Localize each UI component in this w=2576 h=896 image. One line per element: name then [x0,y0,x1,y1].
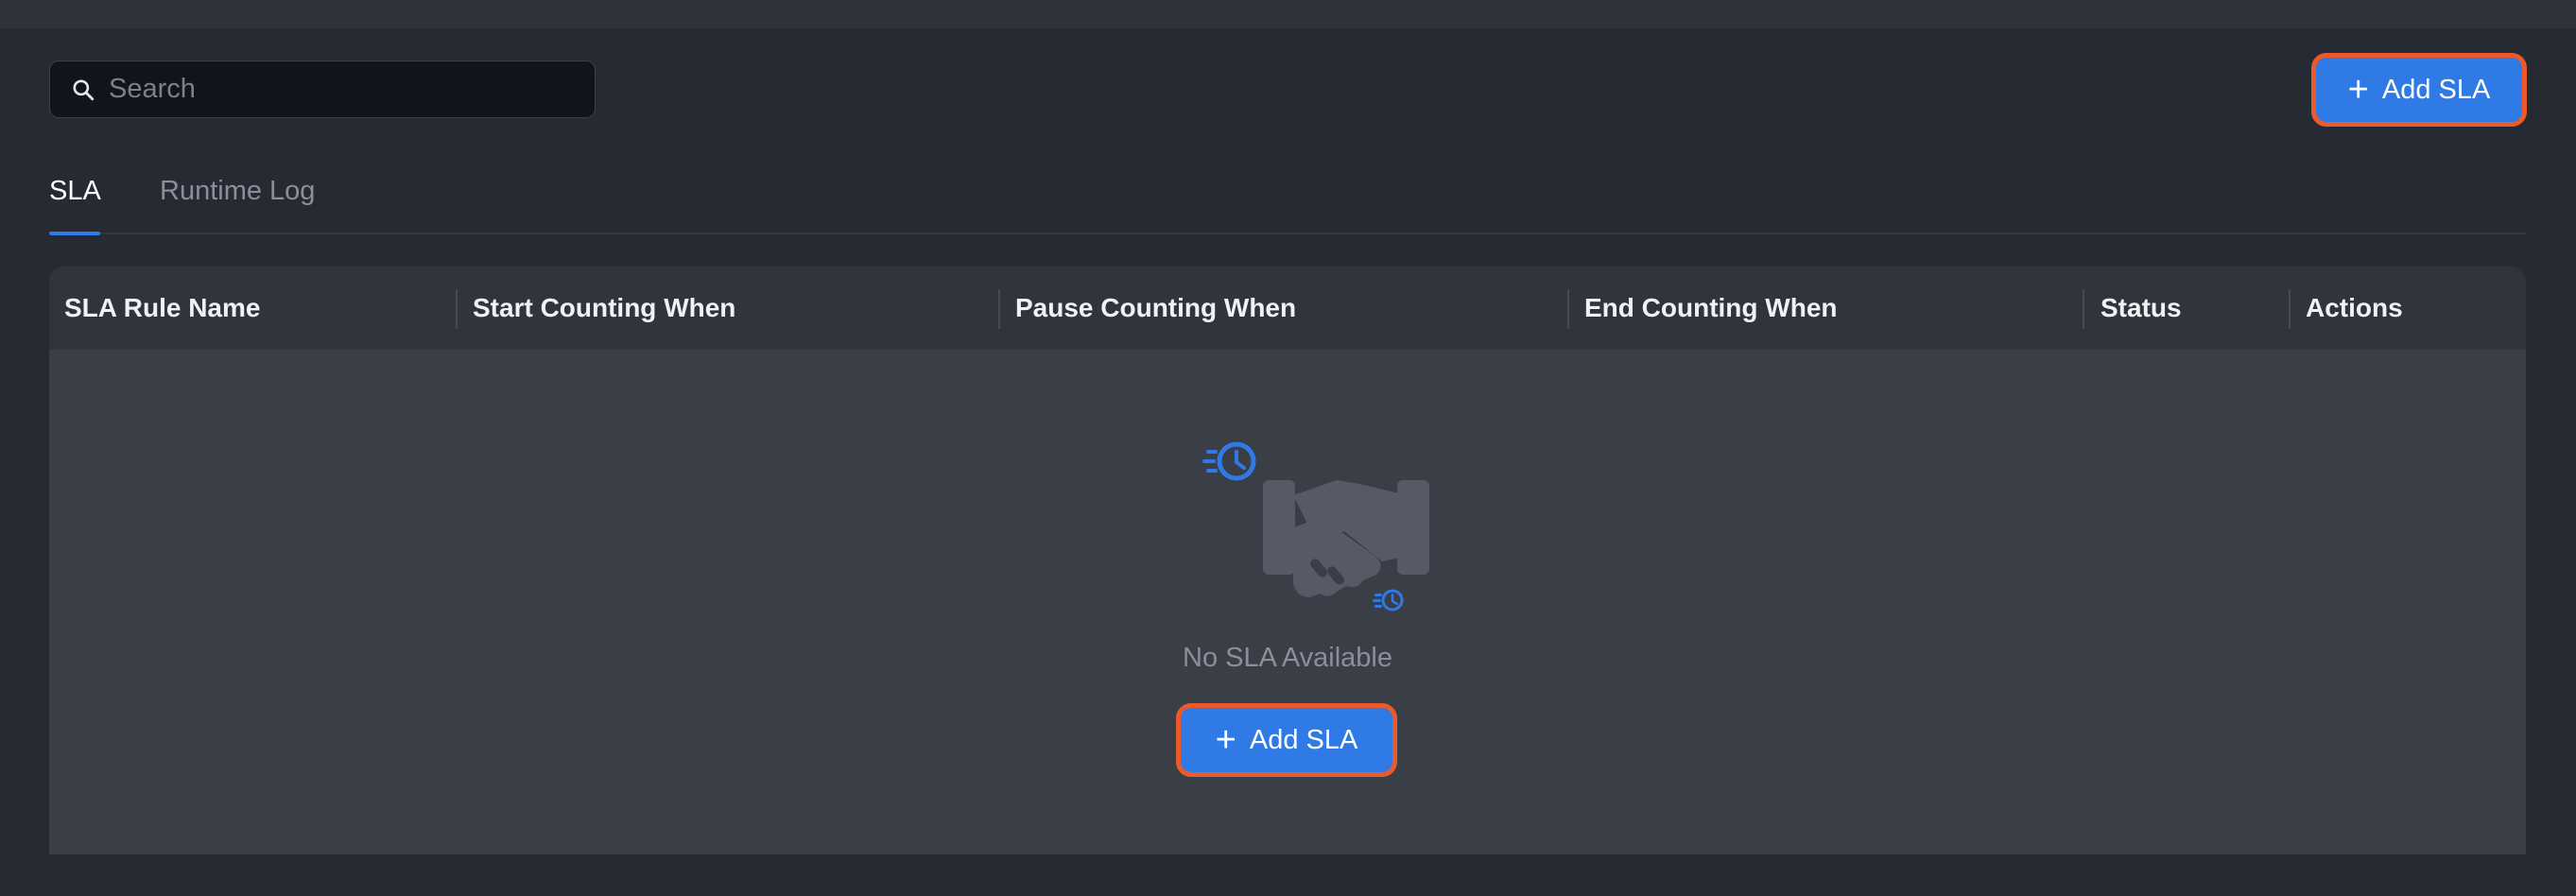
tab-sla-label: SLA [49,176,101,206]
add-sla-button-label: Add SLA [2381,74,2491,105]
column-header-sla-rule-name[interactable]: SLA Rule Name [64,267,260,350]
empty-state-message: No SLA Available [1183,643,1392,673]
column-divider[interactable] [2083,289,2084,329]
top-bar [0,0,2576,28]
column-divider[interactable] [456,289,458,329]
add-sla-button[interactable]: + Add SLA [2311,53,2527,127]
empty-state-add-sla-label: Add SLA [1249,724,1358,755]
column-divider[interactable] [1567,289,1569,329]
search-icon [69,76,97,104]
search-box[interactable] [49,60,596,118]
column-divider[interactable] [998,289,1000,329]
tab-runtime-log[interactable]: Runtime Log [160,176,315,207]
tab-sla[interactable]: SLA [49,176,101,235]
plus-icon: + [2347,70,2369,110]
plus-icon: + [1215,720,1236,760]
column-header-start-counting-when[interactable]: Start Counting When [473,267,735,350]
empty-state-add-sla-button[interactable]: + Add SLA [1176,703,1397,777]
tab-runtime-log-label: Runtime Log [160,176,316,206]
table-header: SLA Rule Name Start Counting When Pause … [49,267,2526,350]
column-header-end-counting-when[interactable]: End Counting When [1584,267,1838,350]
column-header-status[interactable]: Status [2101,267,2182,350]
handshake-clock-icon [1155,437,1477,645]
column-header-pause-counting-when[interactable]: Pause Counting When [1015,267,1296,350]
search-input[interactable] [109,74,595,105]
tab-bar: SLA Runtime Log [49,166,2526,235]
column-divider[interactable] [2289,289,2291,329]
active-tab-indicator [49,232,100,235]
column-header-actions: Actions [2306,293,2403,322]
